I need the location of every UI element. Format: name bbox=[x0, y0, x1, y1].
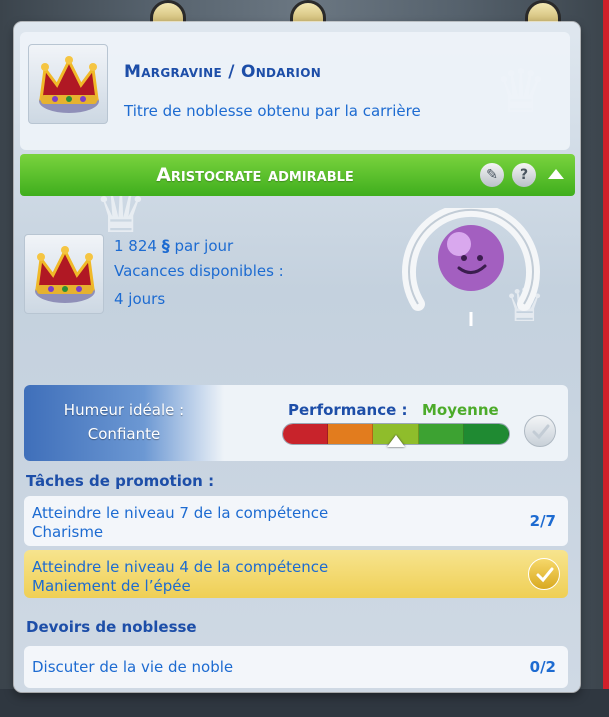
promotion-task-row[interactable]: Atteindre le niveau 7 de la compétence C… bbox=[24, 496, 568, 546]
performance-marker-icon bbox=[387, 435, 405, 447]
vacation-label: Vacances disponibles : bbox=[114, 262, 284, 280]
crown-icon bbox=[28, 44, 108, 124]
pay-amount: 1 824 bbox=[114, 237, 157, 255]
duty-task-row[interactable]: Discuter de la vie de noble 0/2 bbox=[24, 646, 568, 688]
promotion-task-row-completed[interactable]: Atteindre le niveau 4 de la compétence M… bbox=[24, 550, 568, 598]
noble-duties-title: Devoirs de noblesse bbox=[26, 618, 197, 636]
help-icon[interactable]: ? bbox=[512, 163, 536, 187]
background-floor bbox=[0, 689, 609, 717]
duty-progress: 0/2 bbox=[529, 658, 556, 676]
pay-period: par jour bbox=[174, 237, 234, 255]
task-label: Atteindre le niveau 4 de la compétence M… bbox=[32, 558, 328, 596]
career-title: Aristocrate admirable bbox=[156, 164, 354, 186]
task-progress: 2/7 bbox=[529, 512, 556, 530]
duty-label: Discuter de la vie de noble bbox=[32, 658, 234, 676]
task-label-line: Atteindre le niveau 4 de la compétence bbox=[32, 558, 329, 576]
career-crown-icon bbox=[24, 234, 104, 314]
meter-segment bbox=[418, 424, 464, 444]
daily-pay: 1 824 § par jour bbox=[114, 236, 233, 255]
task-label-line: Maniement de l’épée bbox=[32, 577, 191, 595]
emotion-gauge bbox=[402, 208, 540, 326]
screen-edge-accent bbox=[603, 0, 609, 717]
task-label: Atteindre le niveau 7 de la compétence C… bbox=[32, 504, 328, 542]
task-label-line: Charisme bbox=[32, 523, 104, 541]
career-header-bar[interactable]: Aristocrate admirable ✎ ? bbox=[20, 154, 575, 196]
performance-block: Humeur idéale : Confiante Performance : … bbox=[24, 385, 568, 461]
career-panel: ♛ ♛ ♛ Margravine / Ondarion Titre de nob… bbox=[14, 22, 580, 692]
vacation-value: 4 jours bbox=[114, 290, 166, 308]
noble-title-description: Titre de noblesse obtenu par la carrière bbox=[124, 102, 421, 120]
task-complete-check-icon bbox=[528, 558, 560, 590]
mood-panel bbox=[24, 385, 224, 461]
performance-value: Moyenne bbox=[422, 401, 499, 419]
meter-segment bbox=[283, 424, 329, 444]
noble-title-name: Margravine / Ondarion bbox=[124, 62, 322, 82]
performance-check-icon bbox=[524, 415, 556, 447]
promotion-tasks-title: Tâches de promotion : bbox=[26, 472, 215, 490]
ideal-mood-label: Humeur idéale : bbox=[63, 401, 185, 419]
meter-segment bbox=[328, 424, 374, 444]
ideal-mood-value: Confiante bbox=[87, 425, 161, 443]
noble-title-card: Margravine / Ondarion Titre de noblesse … bbox=[20, 32, 570, 150]
task-label-line: Atteindre le niveau 7 de la compétence bbox=[32, 504, 329, 522]
meter-segment bbox=[463, 424, 509, 444]
simoleon-icon: § bbox=[161, 236, 170, 255]
edit-icon[interactable]: ✎ bbox=[480, 163, 504, 187]
performance-label: Performance : bbox=[288, 401, 408, 419]
collapse-caret-icon[interactable] bbox=[548, 169, 564, 179]
